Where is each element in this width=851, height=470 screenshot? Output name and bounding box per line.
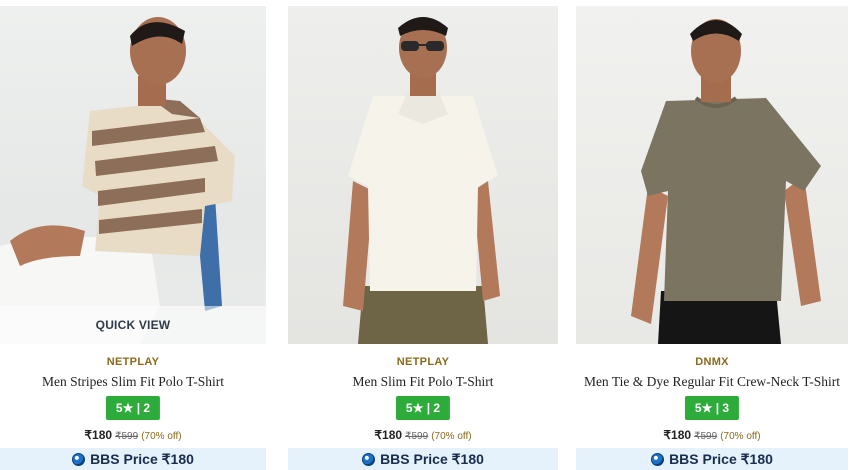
price-row: ₹180 ₹599 (70% off) — [0, 428, 266, 442]
bbs-price-label: BBS Price ₹180 — [380, 450, 484, 467]
product-brand: DNMX — [695, 356, 729, 368]
model-white-polo-image — [343, 17, 500, 344]
model-olive-tee-image — [631, 19, 821, 344]
bbs-price-bar: BBS Price ₹180 — [0, 448, 266, 470]
product-title[interactable]: Men Stripes Slim Fit Polo T-Shirt — [0, 374, 266, 390]
model-striped-polo-image — [0, 17, 235, 344]
original-price: ₹599 — [405, 431, 429, 442]
discount-label: (70% off) — [431, 431, 472, 442]
discount-label: (70% off) — [720, 431, 761, 442]
product-image[interactable] — [576, 6, 848, 344]
rating-badge: 5★ | 2 — [105, 396, 161, 420]
bbs-logo-icon — [72, 452, 86, 466]
rating-badge: 5★ | 2 — [395, 396, 451, 420]
original-price: ₹599 — [694, 431, 718, 442]
current-price: ₹180 — [84, 428, 113, 442]
discount-label: (70% off) — [141, 431, 182, 442]
price-row: ₹180 ₹599 (70% off) — [576, 428, 848, 442]
product-title[interactable]: Men Slim Fit Polo T-Shirt — [288, 374, 558, 390]
bbs-price-label: BBS Price ₹180 — [90, 450, 194, 467]
bbs-price-bar: BBS Price ₹180 — [576, 448, 848, 470]
bbs-logo-icon — [651, 452, 665, 466]
product-title[interactable]: Men Tie & Dye Regular Fit Crew-Neck T-Sh… — [576, 374, 848, 390]
current-price: ₹180 — [374, 428, 403, 442]
bbs-price-bar: BBS Price ₹180 — [288, 448, 558, 470]
product-brand: NETPLAY — [106, 356, 160, 368]
original-price: ₹599 — [115, 431, 139, 442]
product-brand: NETPLAY — [396, 356, 450, 368]
price-row: ₹180 ₹599 (70% off) — [288, 428, 558, 442]
product-card[interactable]: NETPLAY Men Slim Fit Polo T-Shirt 5★ | 2… — [288, 0, 558, 470]
product-image[interactable]: QUICK VIEW — [0, 6, 266, 344]
product-card[interactable]: DNMX Men Tie & Dye Regular Fit Crew-Neck… — [576, 0, 848, 470]
quick-view-button[interactable]: QUICK VIEW — [0, 306, 266, 344]
current-price: ₹180 — [663, 428, 692, 442]
rating-badge: 5★ | 3 — [684, 396, 740, 420]
product-card[interactable]: QUICK VIEW NETPLAY Men Stripes Slim Fit … — [0, 0, 266, 470]
bbs-price-label: BBS Price ₹180 — [669, 450, 773, 467]
bbs-logo-icon — [362, 452, 376, 466]
product-image[interactable] — [288, 6, 558, 344]
